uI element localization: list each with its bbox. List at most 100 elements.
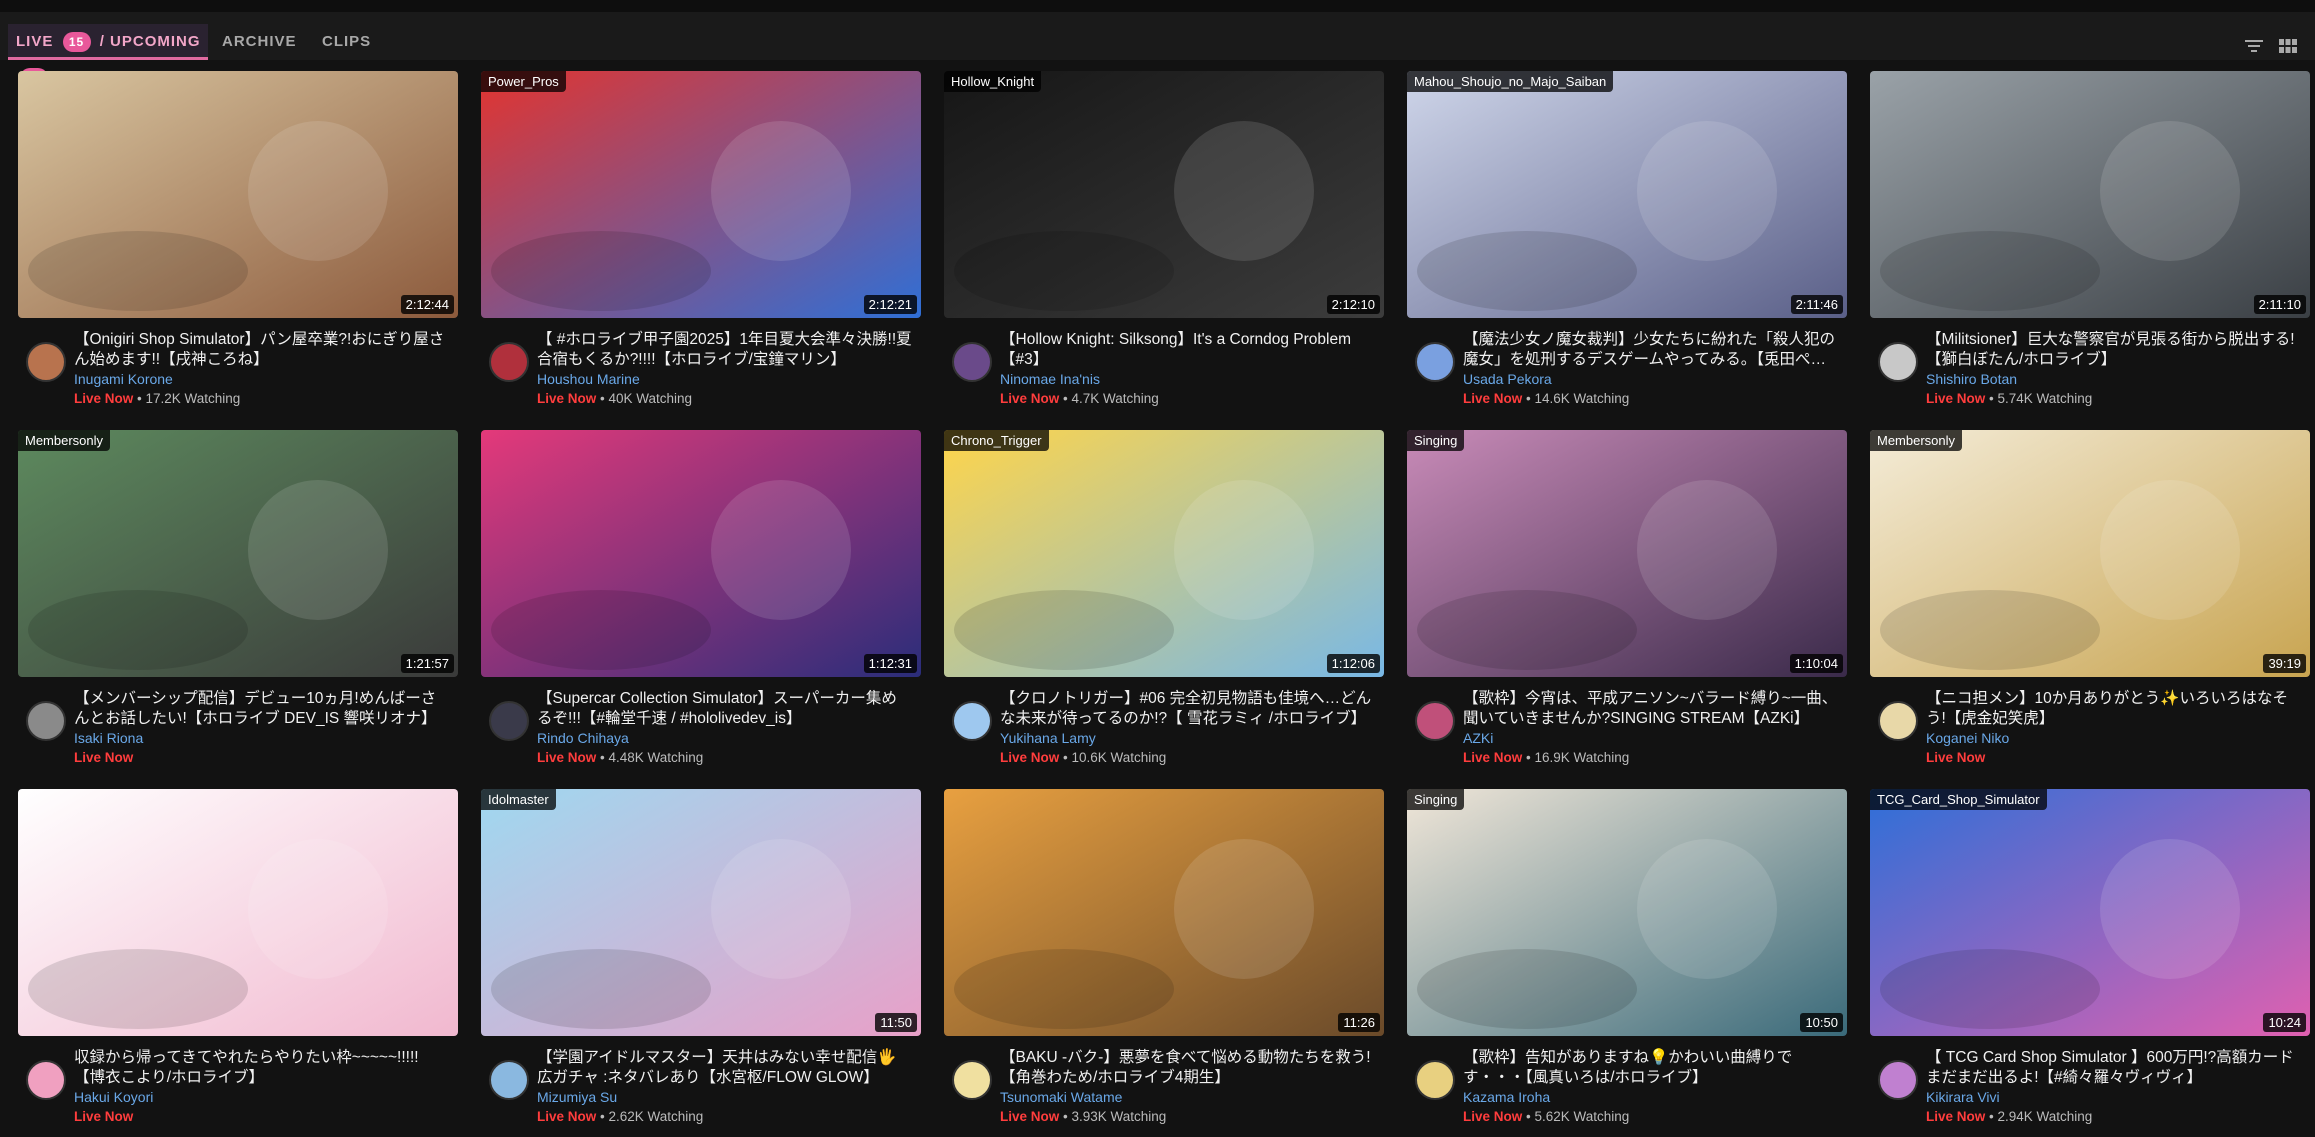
video-card[interactable]: 1:12:31 【Supercar Collection Simulator】スー… bbox=[481, 430, 921, 765]
video-title[interactable]: 【クロノトリガー】#06 完全初見物語も佳境へ…どんな未来が待ってるのか!?【 … bbox=[1000, 689, 1375, 729]
video-thumbnail[interactable]: Singing 1:10:04 bbox=[1407, 430, 1847, 677]
channel-name[interactable]: Kazama Iroha bbox=[1463, 1089, 1550, 1105]
video-card[interactable]: Singing 1:10:04 【歌枠】今宵は、平成アニソン~バラード縛り~一曲、聞… bbox=[1407, 430, 1847, 765]
video-thumbnail[interactable]: TCG_Card_Shop_Simulator 10:24 bbox=[1870, 789, 2310, 1036]
video-thumbnail[interactable]: Power_Pros 2:12:21 bbox=[481, 71, 921, 318]
video-title[interactable]: 収録から帰ってきてやれたらやりたい枠~~~~~!!!!!【博衣こより/ホロライブ… bbox=[74, 1048, 449, 1088]
channel-avatar[interactable] bbox=[1878, 1060, 1918, 1100]
video-meta: 【学園アイドルマスター】天井はみない幸せ配信🖐広ガチャ :ネタバレあり【水宮枢/… bbox=[481, 1036, 921, 1124]
video-card[interactable]: Power_Pros 2:12:21 【 #ホロライブ甲子園2025】1年目夏大会準… bbox=[481, 71, 921, 406]
watching-count: 16.9K Watching bbox=[1534, 750, 1630, 765]
channel-avatar[interactable] bbox=[952, 342, 992, 382]
channel-avatar[interactable] bbox=[26, 342, 66, 382]
video-thumbnail[interactable]: 1:12:31 bbox=[481, 430, 921, 677]
video-card[interactable]: 2:12:44 【Onigiri Shop Simulator】パン屋卒業?!おに… bbox=[18, 71, 458, 406]
channel-name[interactable]: Ninomae Ina'nis bbox=[1000, 371, 1100, 387]
video-title[interactable]: 【Hollow Knight: Silksong】It's a Corndog … bbox=[1000, 330, 1375, 370]
thumbnail-image bbox=[481, 71, 921, 318]
channel-avatar[interactable] bbox=[26, 701, 66, 741]
video-thumbnail[interactable]: Membersonly 1:21:57 bbox=[18, 430, 458, 677]
channel-avatar[interactable] bbox=[952, 1060, 992, 1100]
tab-archive[interactable]: ARCHIVE bbox=[222, 24, 297, 60]
channel-name[interactable]: Rindo Chihaya bbox=[537, 730, 629, 746]
duration-badge: 1:12:06 bbox=[1326, 654, 1380, 673]
tab-clips[interactable]: CLIPS bbox=[322, 24, 371, 60]
video-card[interactable]: TCG_Card_Shop_Simulator 10:24 【 TCG Card S… bbox=[1870, 789, 2310, 1124]
channel-avatar[interactable] bbox=[952, 701, 992, 741]
topic-tag: Mahou_Shoujo_no_Majo_Saiban bbox=[1407, 71, 1614, 92]
video-title[interactable]: 【学園アイドルマスター】天井はみない幸せ配信🖐広ガチャ :ネタバレあり【水宮枢/… bbox=[537, 1048, 912, 1088]
channel-name[interactable]: Kikirara Vivi bbox=[1926, 1089, 2000, 1105]
video-thumbnail[interactable]: 2:12:44 bbox=[18, 71, 458, 318]
video-card[interactable]: Hollow_Knight 2:12:10 【Hollow Knight: Silk… bbox=[944, 71, 1384, 406]
tab-live-upcoming[interactable]: LIVE 15 / UPCOMING 58 bbox=[8, 24, 208, 89]
duration-badge: 11:50 bbox=[875, 1013, 917, 1032]
video-card[interactable]: Singing 10:50 【歌枠】告知がありますね💡かわいい曲縛りです・・・【風真… bbox=[1407, 789, 1847, 1124]
channel-avatar[interactable] bbox=[489, 701, 529, 741]
live-status: Live Now bbox=[74, 1109, 133, 1124]
channel-avatar[interactable] bbox=[1415, 701, 1455, 741]
video-card[interactable]: Membersonly 1:21:57 【メンバーシップ配信】デビュー10ヵ月!めん… bbox=[18, 430, 458, 765]
grid-layout-icon[interactable] bbox=[2278, 38, 2298, 54]
status-separator: • bbox=[596, 391, 609, 406]
channel-name[interactable]: AZKi bbox=[1463, 730, 1493, 746]
channel-avatar[interactable] bbox=[1878, 701, 1918, 741]
channel-avatar[interactable] bbox=[1415, 342, 1455, 382]
channel-name[interactable]: Usada Pekora bbox=[1463, 371, 1552, 387]
channel-avatar[interactable] bbox=[26, 1060, 66, 1100]
status-separator: • bbox=[133, 391, 146, 406]
channel-name[interactable]: Isaki Riona bbox=[74, 730, 143, 746]
channel-name[interactable]: Hakui Koyori bbox=[74, 1089, 153, 1105]
video-thumbnail[interactable]: Mahou_Shoujo_no_Majo_Saiban 2:11:46 bbox=[1407, 71, 1847, 318]
video-meta: 【Militsioner】巨大な警察官が見張る街から脱出する!【獅白ぼたん/ホロ… bbox=[1870, 318, 2310, 406]
channel-name[interactable]: Tsunomaki Watame bbox=[1000, 1089, 1122, 1105]
channel-name[interactable]: Yukihana Lamy bbox=[1000, 730, 1096, 746]
video-title[interactable]: 【 TCG Card Shop Simulator 】600万円!?高額カードま… bbox=[1926, 1048, 2301, 1088]
watching-count: 4.7K Watching bbox=[1071, 391, 1159, 406]
video-title[interactable]: 【歌枠】告知がありますね💡かわいい曲縛りです・・・【風真いろは/ホロライブ】 bbox=[1463, 1048, 1838, 1088]
watching-count: 10.6K Watching bbox=[1071, 750, 1167, 765]
channel-avatar[interactable] bbox=[1878, 342, 1918, 382]
live-status: Live Now • 16.9K Watching bbox=[1463, 750, 1629, 765]
video-card[interactable]: Mahou_Shoujo_no_Majo_Saiban 2:11:46 【魔法少女ノ… bbox=[1407, 71, 1847, 406]
channel-avatar[interactable] bbox=[489, 342, 529, 382]
thumbnail-image bbox=[1870, 71, 2310, 318]
video-thumbnail[interactable]: 2:11:10 bbox=[1870, 71, 2310, 318]
video-thumbnail[interactable]: Membersonly 39:19 bbox=[1870, 430, 2310, 677]
video-card[interactable]: Idolmaster 11:50 【学園アイドルマスター】天井はみない幸せ配信🖐広ガ… bbox=[481, 789, 921, 1124]
video-card[interactable]: 収録から帰ってきてやれたらやりたい枠~~~~~!!!!!【博衣こより/ホロライブ… bbox=[18, 789, 458, 1124]
video-thumbnail[interactable]: Hollow_Knight 2:12:10 bbox=[944, 71, 1384, 318]
video-title[interactable]: 【歌枠】今宵は、平成アニソン~バラード縛り~一曲、聞いていきませんか?SINGI… bbox=[1463, 689, 1838, 729]
live-now-label: Live Now bbox=[1000, 391, 1060, 406]
video-thumbnail[interactable]: Idolmaster 11:50 bbox=[481, 789, 921, 1036]
video-title[interactable]: 【 #ホロライブ甲子園2025】1年目夏大会準々決勝!!夏合宿もくるか?!!!!… bbox=[537, 330, 912, 370]
channel-name[interactable]: Inugami Korone bbox=[74, 371, 173, 387]
channel-name[interactable]: Koganei Niko bbox=[1926, 730, 2009, 746]
video-card[interactable]: 11:26 【BAKU -バク-】悪夢を食べて悩める動物たちを救う!【角巻わため/… bbox=[944, 789, 1384, 1124]
video-thumbnail[interactable] bbox=[18, 789, 458, 1036]
video-meta: 【歌枠】告知がありますね💡かわいい曲縛りです・・・【風真いろは/ホロライブ】 Ka… bbox=[1407, 1036, 1847, 1124]
channel-name[interactable]: Mizumiya Su bbox=[537, 1089, 617, 1105]
video-title[interactable]: 【Onigiri Shop Simulator】パン屋卒業?!おにぎり屋さん始め… bbox=[74, 330, 449, 370]
topic-tag: Chrono_Trigger bbox=[944, 430, 1049, 451]
video-title[interactable]: 【BAKU -バク-】悪夢を食べて悩める動物たちを救う!【角巻わため/ホロライブ… bbox=[1000, 1048, 1375, 1088]
video-card[interactable]: Chrono_Trigger 1:12:06 【クロノトリガー】#06 完全初見物語… bbox=[944, 430, 1384, 765]
video-title[interactable]: 【Supercar Collection Simulator】スーパーカー集める… bbox=[537, 689, 912, 729]
channel-avatar[interactable] bbox=[1415, 1060, 1455, 1100]
filter-icon[interactable] bbox=[2244, 38, 2264, 54]
video-thumbnail[interactable]: Chrono_Trigger 1:12:06 bbox=[944, 430, 1384, 677]
video-card[interactable]: Membersonly 39:19 【ニコ担メン】10か月ありがとう✨いろいろはなそ… bbox=[1870, 430, 2310, 765]
video-title[interactable]: 【ニコ担メン】10か月ありがとう✨いろいろはなそう!【虎金妃笑虎】 bbox=[1926, 689, 2301, 729]
video-title[interactable]: 【Militsioner】巨大な警察官が見張る街から脱出する!【獅白ぼたん/ホロ… bbox=[1926, 330, 2301, 370]
channel-avatar[interactable] bbox=[489, 1060, 529, 1100]
thumbnail-image bbox=[481, 789, 921, 1036]
video-card[interactable]: 2:11:10 【Militsioner】巨大な警察官が見張る街から脱出する!【獅… bbox=[1870, 71, 2310, 406]
video-title[interactable]: 【魔法少女ノ魔女裁判】少女たちに紛れた「殺人犯の魔女」を処刑するデスゲームやって… bbox=[1463, 330, 1838, 370]
channel-name[interactable]: Houshou Marine bbox=[537, 371, 640, 387]
video-thumbnail[interactable]: 11:26 bbox=[944, 789, 1384, 1036]
video-title[interactable]: 【メンバーシップ配信】デビュー10ヵ月!めんばーさんとお話したい!【ホロライブ … bbox=[74, 689, 449, 729]
watching-count: 3.93K Watching bbox=[1071, 1109, 1167, 1124]
video-meta: 【クロノトリガー】#06 完全初見物語も佳境へ…どんな未来が待ってるのか!?【 … bbox=[944, 677, 1384, 765]
channel-name[interactable]: Shishiro Botan bbox=[1926, 371, 2017, 387]
video-thumbnail[interactable]: Singing 10:50 bbox=[1407, 789, 1847, 1036]
